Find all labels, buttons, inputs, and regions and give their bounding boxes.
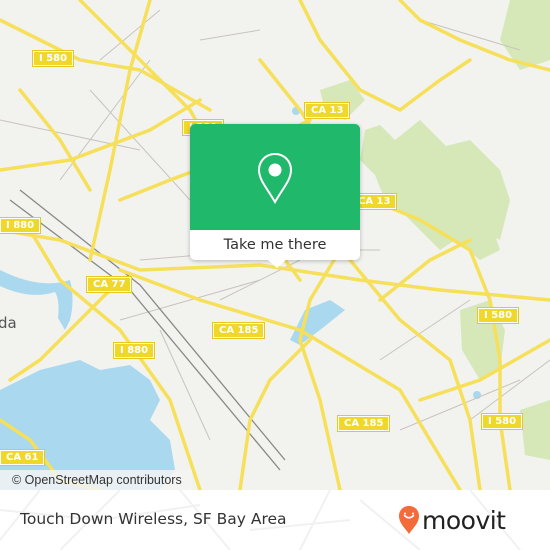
- popup-header: [190, 124, 360, 230]
- road-label-i580: I 580: [476, 307, 520, 324]
- road-label-i580: I 580: [480, 413, 524, 430]
- place-label: da: [0, 314, 17, 332]
- road-label-ca13: CA 13: [303, 102, 351, 119]
- location-popup: Take me there: [190, 124, 360, 268]
- map-attribution[interactable]: © OpenStreetMap contributors: [0, 470, 192, 490]
- road-label-i880: I 880: [0, 217, 42, 234]
- road-label-ca77: CA 77: [85, 276, 133, 293]
- map[interactable]: I 580 I 580 CA 13 CA 13 I 880 CA 77 CA 1…: [0, 0, 550, 490]
- moovit-brand-text: moovit: [422, 505, 506, 535]
- road-label-ca185: CA 185: [211, 322, 266, 339]
- road-label-ca61: CA 61: [0, 449, 46, 466]
- road-label-i880: I 880: [112, 342, 156, 359]
- take-me-there-button[interactable]: Take me there: [190, 230, 360, 260]
- road-label-i580: I 580: [31, 50, 75, 67]
- moovit-pin-icon: [399, 506, 419, 534]
- place-title: Touch Down Wireless, SF Bay Area: [20, 510, 287, 528]
- popup-pointer: [268, 260, 286, 268]
- moovit-logo[interactable]: moovit: [398, 503, 506, 537]
- map-pin-icon: [257, 152, 293, 204]
- footer: Touch Down Wireless, SF Bay Area moovit: [0, 490, 550, 550]
- road-label-ca185: CA 185: [336, 415, 391, 432]
